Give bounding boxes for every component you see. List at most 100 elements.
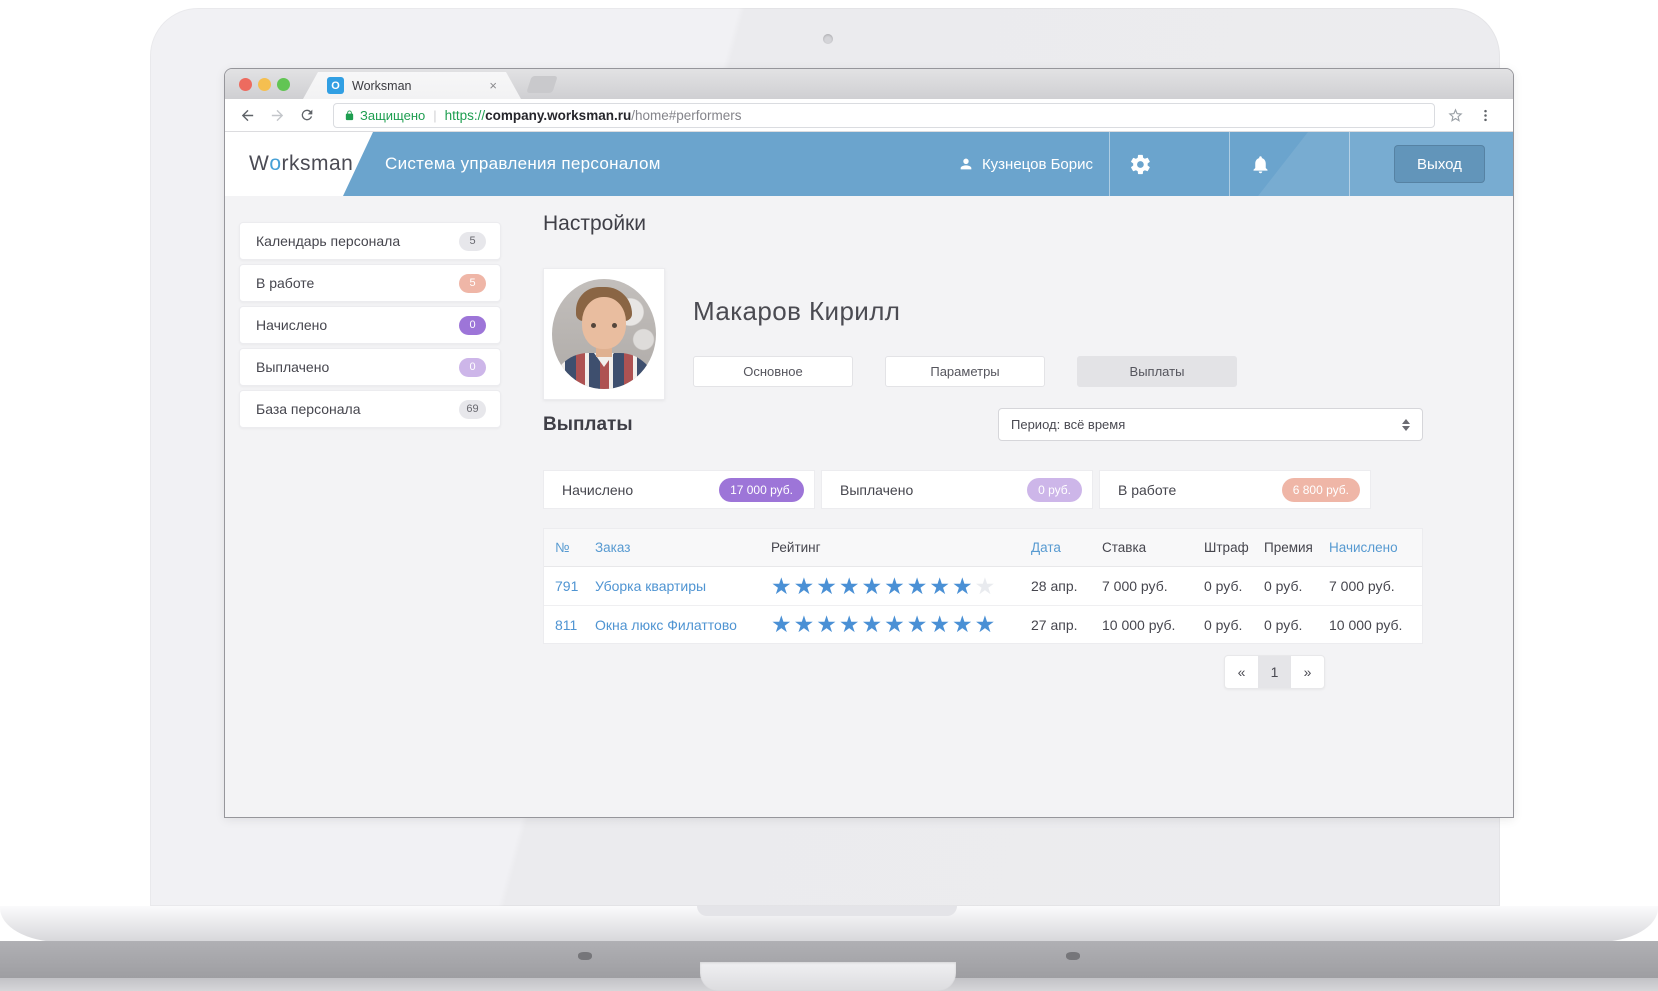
summary-label: Начислено bbox=[562, 481, 634, 498]
pagination-next-button[interactable]: » bbox=[1291, 656, 1324, 688]
logo-suffix: rksman bbox=[281, 152, 354, 175]
webcam-dot bbox=[823, 34, 833, 44]
page-content: Календарь персонала 5 В работе 5 Начисле… bbox=[225, 196, 1513, 817]
logout-button[interactable]: Выход bbox=[1394, 145, 1485, 183]
sidebar-item-label: База персонала bbox=[256, 401, 361, 417]
table-header-row: № Заказ Рейтинг Дата Ставка Штраф Премия… bbox=[544, 529, 1422, 567]
tab-title: Worksman bbox=[352, 78, 412, 93]
order-title-link[interactable]: Уборка квартиры bbox=[595, 578, 771, 594]
tab-close-icon[interactable]: × bbox=[489, 78, 497, 93]
notifications-button[interactable] bbox=[1230, 132, 1290, 196]
order-accrued: 7 000 руб. bbox=[1329, 578, 1395, 594]
tab-payments[interactable]: Выплаты bbox=[1077, 356, 1237, 387]
star-filled-icon: ★ bbox=[906, 611, 930, 637]
sidebar-item-accrued[interactable]: Начислено 0 bbox=[239, 306, 501, 344]
profile-tabs: Основное Параметры Выплаты bbox=[693, 356, 1269, 387]
laptop-foot bbox=[1066, 952, 1080, 960]
payments-summary: Начислено 17 000 руб. Выплачено 0 руб. В… bbox=[543, 470, 1377, 509]
col-header-order[interactable]: Заказ bbox=[595, 540, 771, 555]
star-filled-icon: ★ bbox=[793, 611, 817, 637]
address-bar[interactable]: Защищено | https://company.worksman.ru/h… bbox=[333, 102, 1435, 128]
sidebar-item-staff-database[interactable]: База персонала 69 bbox=[239, 390, 501, 428]
app-header: Wo rksman Система управления персоналом К… bbox=[225, 132, 1513, 196]
summary-card-paid: Выплачено 0 руб. bbox=[821, 470, 1093, 509]
app-title: Система управления персоналом bbox=[385, 154, 661, 173]
sidebar-item-paid[interactable]: Выплачено 0 bbox=[239, 348, 501, 386]
avatar-card bbox=[543, 268, 665, 400]
security-label: Защищено bbox=[360, 107, 426, 123]
star-filled-icon: ★ bbox=[816, 572, 839, 599]
col-header-accrued[interactable]: Начислено bbox=[1329, 540, 1424, 555]
table-row: 791 Уборка квартиры ★★★★★★★★★★ 28 апр. 7… bbox=[544, 567, 1422, 605]
logo-prefix: W bbox=[249, 152, 270, 175]
profile-name: Макаров Кирилл bbox=[693, 296, 901, 326]
order-num-link[interactable]: 811 bbox=[555, 617, 595, 633]
bookmark-star-icon[interactable] bbox=[1443, 103, 1467, 127]
laptop-thumb-scoop bbox=[700, 962, 956, 991]
pagination-prev-button[interactable]: « bbox=[1225, 656, 1258, 688]
star-filled-icon: ★ bbox=[906, 572, 930, 599]
window-zoom-button[interactable] bbox=[277, 78, 290, 91]
tab-parameters[interactable]: Параметры bbox=[885, 356, 1045, 387]
order-accrued: 10 000 руб. bbox=[1329, 616, 1403, 633]
settings-button[interactable] bbox=[1110, 132, 1170, 196]
avatar bbox=[552, 279, 656, 389]
order-date: 27 апр. bbox=[1031, 616, 1078, 633]
order-fine: 0 руб. bbox=[1204, 616, 1243, 633]
forward-icon[interactable] bbox=[265, 103, 289, 127]
star-filled-icon: ★ bbox=[771, 572, 794, 599]
summary-value-badge: 17 000 руб. bbox=[719, 477, 804, 502]
col-header-bonus: Премия bbox=[1264, 540, 1313, 555]
order-num-link[interactable]: 791 bbox=[555, 578, 595, 594]
reload-icon[interactable] bbox=[295, 103, 319, 127]
url-host: company.worksman.ru bbox=[485, 107, 632, 123]
select-spinner-icon bbox=[1402, 418, 1410, 431]
summary-card-in-progress: В работе 6 800 руб. bbox=[1099, 470, 1371, 509]
sidebar-item-in-progress[interactable]: В работе 5 bbox=[239, 264, 501, 302]
tab-main[interactable]: Основное bbox=[693, 356, 853, 387]
laptop-hinge-notch bbox=[697, 906, 957, 916]
star-filled-icon: ★ bbox=[952, 611, 975, 637]
star-filled-icon: ★ bbox=[816, 611, 839, 637]
summary-value-badge: 0 руб. bbox=[1027, 477, 1082, 502]
window-close-button[interactable] bbox=[239, 78, 252, 91]
favicon-icon: O bbox=[327, 77, 344, 94]
sidebar-item-label: Выплачено bbox=[256, 359, 330, 375]
order-fine: 0 руб. bbox=[1204, 578, 1243, 594]
star-filled-icon: ★ bbox=[929, 611, 952, 637]
summary-card-accrued: Начислено 17 000 руб. bbox=[543, 470, 815, 509]
order-title-link[interactable]: Окна люкс Филаттово bbox=[595, 617, 771, 633]
col-header-rate: Ставка bbox=[1102, 540, 1147, 555]
table-row: 811 Окна люкс Филаттово ★★★★★★★★★★ 27 ап… bbox=[544, 605, 1422, 643]
browser-window: O Worksman × Защищено | https:// company… bbox=[224, 68, 1514, 818]
window-minimize-button[interactable] bbox=[258, 78, 271, 91]
browser-menu-icon[interactable] bbox=[1473, 103, 1497, 127]
header-divider bbox=[1349, 132, 1350, 196]
gear-icon bbox=[1130, 154, 1150, 174]
payments-section-title: Выплаты bbox=[543, 414, 633, 435]
laptop-mockup: O Worksman × Защищено | https:// company… bbox=[0, 0, 1658, 991]
summary-label: В работе bbox=[1118, 481, 1177, 498]
pagination-current-page[interactable]: 1 bbox=[1258, 656, 1291, 688]
col-header-num[interactable]: № bbox=[555, 540, 595, 555]
sidebar-item-staff-calendar[interactable]: Календарь персонала 5 bbox=[239, 222, 501, 260]
order-rate: 10 000 руб. bbox=[1102, 616, 1176, 633]
browser-tab[interactable]: O Worksman × bbox=[303, 72, 521, 99]
col-header-date[interactable]: Дата bbox=[1031, 540, 1102, 555]
browser-toolbar: Защищено | https://company.worksman.ru/h… bbox=[225, 99, 1513, 132]
current-user[interactable]: Кузнецов Борис bbox=[958, 132, 1093, 196]
avatar-eye bbox=[612, 323, 617, 328]
col-header-fine: Штраф bbox=[1204, 540, 1249, 555]
count-badge: 5 bbox=[459, 273, 486, 293]
new-tab-button[interactable] bbox=[526, 76, 558, 93]
sidebar-item-label: Календарь персонала bbox=[256, 233, 401, 249]
period-select[interactable]: Период: всё время bbox=[998, 408, 1423, 441]
back-icon[interactable] bbox=[235, 103, 259, 127]
star-filled-icon: ★ bbox=[929, 572, 952, 599]
count-badge: 0 bbox=[459, 357, 486, 377]
star-filled-icon: ★ bbox=[974, 611, 998, 637]
summary-label: Выплачено bbox=[840, 481, 914, 498]
rating-stars: ★★★★★★★★★★ bbox=[771, 613, 1031, 636]
app-logo[interactable]: Wo rksman bbox=[249, 132, 353, 196]
avatar-face bbox=[582, 297, 626, 349]
